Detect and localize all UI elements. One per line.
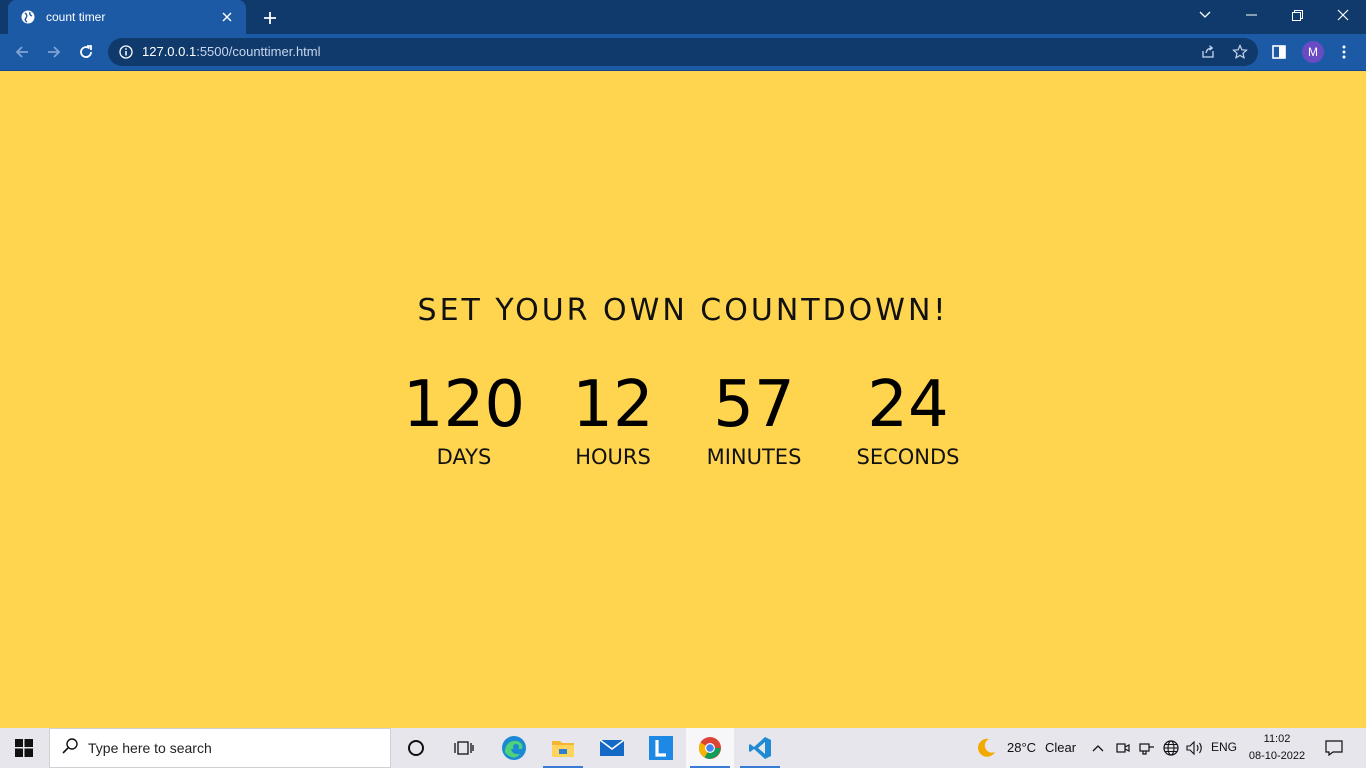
countdown-minutes: 57 MINUTES xyxy=(679,367,829,471)
taskbar-clock[interactable]: 11:02 08-10-2022 xyxy=(1246,731,1308,765)
chevron-up-icon[interactable] xyxy=(1088,728,1108,768)
restore-button[interactable] xyxy=(1274,0,1320,30)
search-placeholder: Type here to search xyxy=(88,740,212,756)
start-button[interactable] xyxy=(0,728,48,768)
l-app-icon[interactable] xyxy=(637,728,685,768)
side-panel-icon[interactable] xyxy=(1265,38,1293,66)
moon-weather-icon[interactable] xyxy=(964,728,1008,768)
vscode-icon[interactable] xyxy=(736,728,784,768)
tab-count-timer[interactable]: count timer xyxy=(8,0,246,34)
seconds-label: SECONDS xyxy=(856,445,960,469)
windows-taskbar: Type here to search 28°C Clear ENG 11:02… xyxy=(0,728,1366,768)
search-icon xyxy=(62,737,78,759)
weather-temperature[interactable]: 28°C xyxy=(1007,740,1036,755)
countdown-seconds: 24 SECONDS xyxy=(833,367,983,471)
tab-title: count timer xyxy=(46,10,106,24)
share-icon[interactable] xyxy=(1198,42,1218,62)
tab-close-icon[interactable] xyxy=(218,8,236,26)
countdown-headline: SET YOUR OWN COUNTDOWN! xyxy=(417,293,949,328)
url-text: 127.0.0.1:5500/counttimer.html xyxy=(142,44,321,59)
notifications-icon[interactable] xyxy=(1316,728,1352,768)
taskbar-search-input[interactable]: Type here to search xyxy=(49,728,391,768)
days-label: DAYS xyxy=(436,445,492,469)
file-explorer-icon[interactable] xyxy=(539,728,587,768)
profile-avatar[interactable]: M xyxy=(1302,41,1324,63)
weather-condition[interactable]: Clear xyxy=(1045,740,1076,755)
task-view-icon[interactable] xyxy=(440,728,488,768)
clock-time: 11:02 xyxy=(1263,733,1291,745)
tab-search-chevron-icon[interactable] xyxy=(1182,0,1228,30)
countdown-page: SET YOUR OWN COUNTDOWN! 120 DAYS 12 HOUR… xyxy=(0,71,1366,728)
browser-toolbar: 127.0.0.1:5500/counttimer.html M xyxy=(0,34,1366,70)
seconds-value: 24 xyxy=(867,368,949,442)
new-tab-button[interactable] xyxy=(258,6,282,30)
menu-kebab-icon[interactable] xyxy=(1330,38,1358,66)
site-info-icon[interactable] xyxy=(118,44,134,60)
clock-date: 08-10-2022 xyxy=(1248,750,1306,762)
language-indicator[interactable]: ENG xyxy=(1211,740,1237,754)
reload-button[interactable] xyxy=(72,38,100,66)
globe-icon xyxy=(20,9,36,25)
bookmark-star-icon[interactable] xyxy=(1230,42,1250,62)
hours-label: HOURS xyxy=(575,445,651,469)
minutes-value: 57 xyxy=(713,368,795,442)
countdown-days: 120 DAYS xyxy=(384,367,544,471)
chrome-icon[interactable] xyxy=(686,728,734,768)
minimize-button[interactable] xyxy=(1228,0,1274,30)
forward-button[interactable] xyxy=(40,38,68,66)
volume-icon[interactable] xyxy=(1184,728,1206,768)
url-path: :5500/counttimer.html xyxy=(196,44,321,59)
close-window-button[interactable] xyxy=(1320,0,1366,30)
countdown-hours: 12 HOURS xyxy=(543,367,683,471)
back-button[interactable] xyxy=(8,38,36,66)
meet-now-icon[interactable] xyxy=(1113,728,1133,768)
mail-icon[interactable] xyxy=(588,728,636,768)
cortana-icon[interactable] xyxy=(392,728,440,768)
globe-language-icon[interactable] xyxy=(1160,728,1182,768)
hours-value: 12 xyxy=(572,368,654,442)
edge-icon[interactable] xyxy=(490,728,538,768)
url-host: 127.0.0.1 xyxy=(142,44,197,59)
days-value: 120 xyxy=(402,368,526,442)
minutes-label: MINUTES xyxy=(706,445,802,469)
network-icon[interactable] xyxy=(1136,728,1158,768)
address-bar[interactable]: 127.0.0.1:5500/counttimer.html xyxy=(108,38,1258,66)
browser-titlebar: count timer xyxy=(0,0,1366,34)
